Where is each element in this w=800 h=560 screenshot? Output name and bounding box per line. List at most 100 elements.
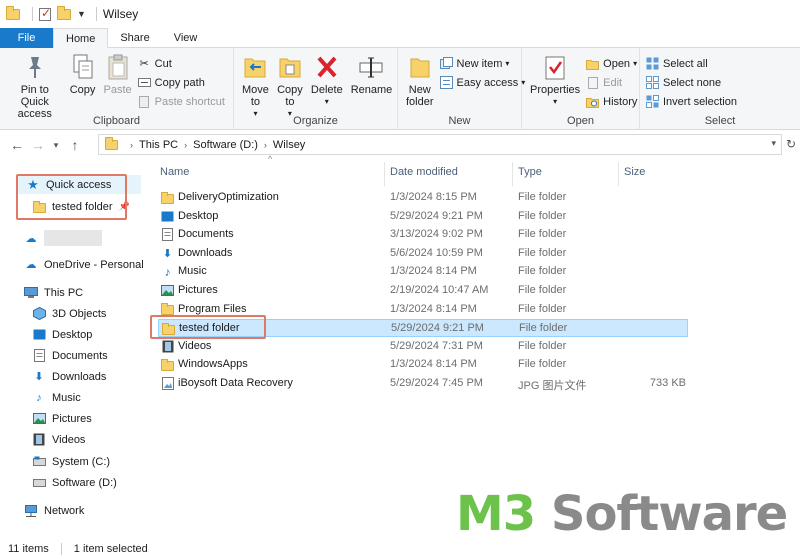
column-header-date[interactable]: Date modified [390, 166, 458, 178]
copy-path-icon [137, 76, 151, 89]
file-name: Documents [178, 228, 234, 241]
nav-desktop[interactable]: Desktop [32, 328, 92, 341]
tab-home[interactable]: Home [53, 28, 109, 49]
file-date-modified: 1/3/2024 8:15 PM [390, 191, 477, 203]
chevron-right-icon[interactable]: › [130, 140, 133, 150]
cut-button[interactable]: ✂ Cut [138, 54, 225, 73]
documents-icon [32, 349, 46, 362]
nav-downloads[interactable]: ⬇ Downloads [32, 370, 106, 384]
nav-onedrive[interactable]: ☁ OneDrive - Personal [24, 258, 144, 272]
new-item-button[interactable]: New item ▾ [439, 54, 526, 73]
drive-c-icon [32, 455, 46, 468]
history-button[interactable]: History [586, 92, 637, 111]
file-type: File folder [518, 284, 567, 296]
forward-arrow-icon[interactable]: → [31, 137, 45, 153]
nav-3d-objects-label: 3D Objects [52, 307, 107, 320]
nav-pictures[interactable]: Pictures [32, 412, 92, 425]
file-date-modified: 5/6/2024 10:59 PM [390, 246, 483, 259]
recent-locations-icon[interactable]: ▾ [52, 140, 60, 151]
file-row[interactable]: ⬇ Downloads 5/6/2024 10:59 PM File folder [158, 245, 688, 263]
copy-label: Copy [69, 84, 96, 96]
file-row[interactable]: ♪ Music 1/3/2024 8:14 PM File folder [158, 263, 688, 281]
file-row[interactable]: iBoysoft Data Recovery 5/29/2024 7:45 PM J… [158, 375, 688, 393]
file-type: File folder [518, 358, 567, 371]
back-arrow-icon[interactable]: ← [10, 137, 24, 153]
copy-to-icon [277, 52, 303, 82]
column-header-type[interactable]: Type [518, 166, 542, 178]
column-divider[interactable] [618, 162, 619, 186]
column-divider[interactable] [384, 162, 385, 186]
file-type: File folder [518, 302, 567, 315]
file-row[interactable]: WindowsApps 1/3/2024 8:14 PM File folder [158, 356, 688, 374]
refresh-icon[interactable]: ↻ [786, 137, 796, 151]
computer-icon [24, 286, 38, 299]
scissors-icon: ✂ [139, 58, 149, 70]
music-icon: ♪ [164, 264, 171, 279]
open-button[interactable]: Open ▾ [586, 54, 637, 73]
select-all-button[interactable]: Select all [646, 54, 737, 73]
open-dropdown-icon: ▾ [633, 59, 638, 68]
invert-selection-label: Invert selection [663, 95, 737, 108]
new-folder-icon[interactable] [57, 5, 71, 20]
organize-group: Move to ▾ Copy to ▾ Delete ▾ Rename Orga… [234, 48, 398, 130]
nav-documents[interactable]: Documents [32, 349, 108, 362]
nav-this-pc[interactable]: This PC [24, 286, 83, 299]
tab-view[interactable]: View [162, 28, 210, 48]
3d-objects-icon [32, 307, 46, 320]
image-file-icon [161, 377, 174, 390]
paste-icon [105, 52, 131, 82]
file-row[interactable]: Pictures 2/19/2024 10:47 AM File folder [158, 282, 688, 300]
nav-system-c[interactable]: System (C:) [32, 455, 110, 468]
file-row[interactable]: Videos 5/29/2024 7:31 PM File folder [158, 338, 688, 356]
delete-label: Delete [310, 84, 343, 96]
invert-selection-button[interactable]: Invert selection [646, 92, 737, 111]
file-row[interactable]: DeliveryOptimization 1/3/2024 8:15 PM File… [158, 189, 688, 207]
paste-label: Paste [103, 84, 132, 96]
column-header-size[interactable]: Size [624, 166, 645, 178]
column-divider[interactable] [512, 162, 513, 186]
properties-icon[interactable] [39, 6, 51, 21]
nav-videos[interactable]: Videos [32, 433, 85, 446]
chevron-right-icon[interactable]: › [264, 140, 267, 150]
up-arrow-icon[interactable]: ↑ [69, 137, 81, 153]
nav-music[interactable]: ♪ Music [32, 391, 80, 404]
chevron-right-icon[interactable]: › [184, 140, 187, 150]
paste-shortcut-button[interactable]: Paste shortcut [138, 92, 225, 111]
edit-button[interactable]: Edit [586, 73, 637, 92]
copy-to-label: Copy to [277, 84, 303, 108]
breadcrumb-wilsey[interactable]: Wilsey [273, 139, 305, 151]
file-row[interactable]: Desktop 5/29/2024 9:21 PM File folder [158, 208, 688, 226]
select-none-button[interactable]: Select none [646, 73, 737, 92]
file-type: File folder [518, 265, 567, 278]
breadcrumb-this-pc[interactable]: This PC [139, 139, 178, 151]
file-date-modified: 1/3/2024 8:14 PM [390, 358, 477, 371]
file-type: File folder [518, 228, 567, 241]
nav-network[interactable]: Network [24, 504, 84, 517]
tab-share[interactable]: Share [108, 28, 161, 48]
file-type: File folder [518, 246, 567, 259]
copy-path-button[interactable]: Copy path [137, 73, 225, 92]
breadcrumb-software-d[interactable]: Software (D:) [193, 139, 258, 151]
file-date-modified: 5/29/2024 7:31 PM [390, 339, 483, 352]
column-header-name[interactable]: Name [160, 166, 189, 178]
new-item-dropdown-icon: ▾ [505, 59, 510, 68]
file-list: ^ Name Date modified Type Size DeliveryO… [150, 154, 690, 400]
move-to-icon [242, 52, 268, 82]
chevron-down-icon[interactable]: ▾ [771, 138, 776, 149]
select-all-icon [646, 57, 659, 70]
tab-file[interactable]: File [0, 28, 53, 48]
customize-toolbar-icon[interactable]: ▼ [77, 9, 86, 19]
ribbon-tabs: File Home Share View [0, 28, 800, 49]
desktop-icon [161, 210, 174, 223]
move-to-label: Move to [242, 84, 269, 108]
nav-software-d-label: Software (D:) [52, 476, 117, 489]
nav-icloud[interactable]: ☁ [24, 230, 102, 246]
new-item-icon [439, 57, 453, 70]
nav-3d-objects[interactable]: 3D Objects [32, 307, 106, 320]
nav-software-d[interactable]: Software (D:) [32, 476, 117, 489]
address-bar[interactable]: › This PC › Software (D:) › Wilsey ▾ [98, 134, 782, 155]
window-title: Wilsey [102, 7, 139, 21]
file-row[interactable]: Documents 3/13/2024 9:02 PM File folder [158, 226, 688, 244]
easy-access-button[interactable]: Easy access ▾ [439, 73, 525, 92]
file-name: Music [178, 265, 207, 278]
